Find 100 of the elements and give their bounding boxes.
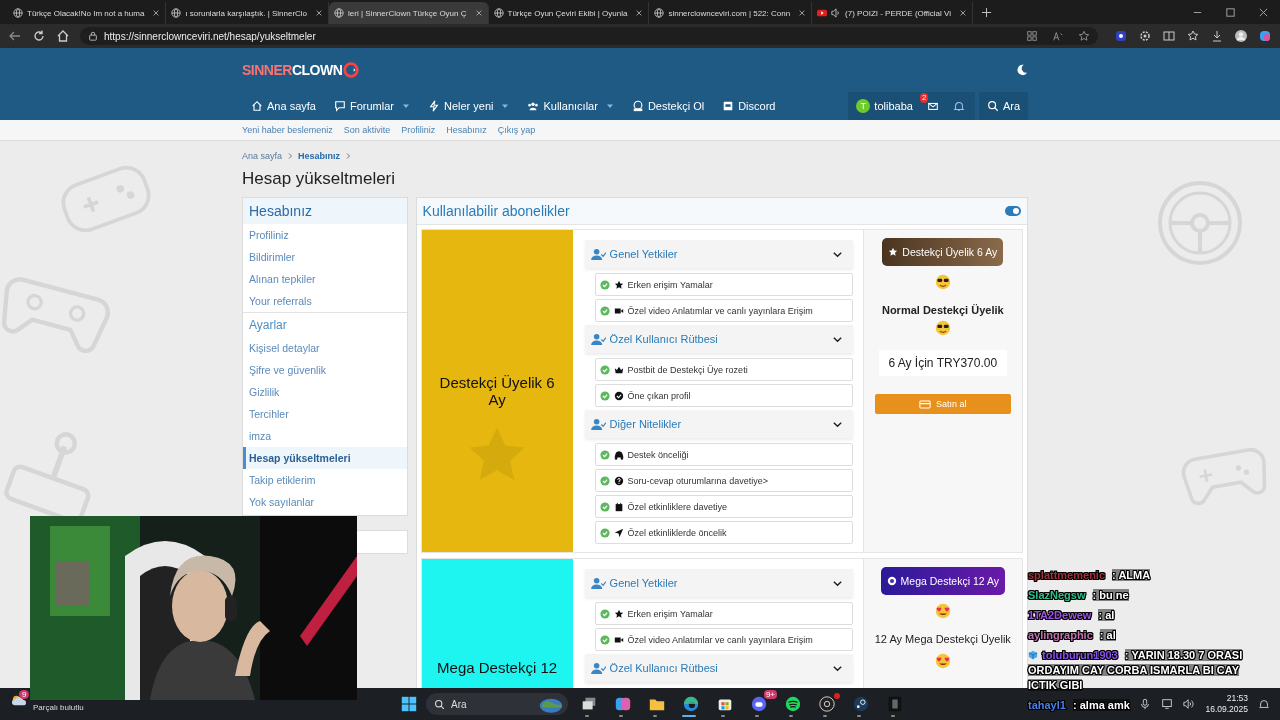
- user-menu[interactable]: T tolibaba: [856, 99, 913, 113]
- volume-icon[interactable]: [1183, 698, 1196, 710]
- close-icon[interactable]: [959, 9, 968, 17]
- check-circle-icon: [599, 279, 610, 290]
- network-icon[interactable]: [1161, 698, 1174, 710]
- weather-icon[interactable]: [10, 693, 28, 707]
- microphone-icon[interactable]: [1139, 698, 1152, 710]
- chat-message: 1TA2Dewew : al: [1028, 608, 1115, 623]
- nav-link[interactable]: Discord: [713, 92, 785, 120]
- copilot-icon[interactable]: [1258, 29, 1272, 43]
- start-icon[interactable]: [400, 695, 418, 713]
- new-tab-icon[interactable]: [981, 6, 993, 18]
- sidebar-item[interactable]: Bildirimler: [243, 246, 407, 268]
- settings-icon[interactable]: [1138, 29, 1152, 43]
- check-circle-icon: [599, 634, 610, 645]
- site-logo[interactable]: SINNERCLOWN: [242, 61, 361, 79]
- site-info-icon[interactable]: [88, 31, 98, 41]
- sidebar-item[interactable]: Takip etiklerim: [243, 469, 407, 491]
- extension-icon[interactable]: [1114, 29, 1128, 43]
- sidebar-item[interactable]: Kişisel detaylar: [243, 337, 407, 359]
- heart-eyes-face-icon: [934, 603, 951, 619]
- search-field[interactable]: Ara: [426, 693, 568, 715]
- subnav-link[interactable]: Çıkış yap: [497, 125, 536, 135]
- bell-icon[interactable]: [952, 100, 965, 112]
- feature-group-header[interactable]: Özel Kullanıcı Rütbesi: [584, 325, 853, 353]
- check-circle-icon: [599, 475, 610, 486]
- sidebar-item[interactable]: Tercihler: [243, 403, 407, 425]
- clock[interactable]: 21:53 16.09.2025: [1205, 693, 1248, 715]
- sidebar-item[interactable]: Profiliniz: [243, 224, 407, 246]
- feature-item: Destek önceliği: [627, 449, 689, 460]
- feature-group-header[interactable]: Özel Kullanıcı Rütbesi: [584, 654, 853, 682]
- feature-item: Soru-cevap oturumlarına davetiye>: [627, 475, 768, 486]
- grid-icon[interactable]: [1026, 30, 1038, 42]
- favorites-icon[interactable]: [1186, 29, 1200, 43]
- check-circle-icon: [599, 305, 610, 316]
- close-icon[interactable]: [474, 9, 483, 17]
- sidebar-item[interactable]: imza: [243, 425, 407, 447]
- close-icon[interactable]: [1258, 6, 1269, 18]
- sidebar-item[interactable]: Hesap yükseltmeleri: [243, 447, 407, 469]
- plan-price: 6 Ay İçin TRY370.00: [878, 350, 1007, 376]
- game-app-icon[interactable]: [886, 695, 904, 713]
- feature-group-header[interactable]: Genel Yetkiler: [584, 240, 853, 268]
- toggle-switch[interactable]: [1005, 206, 1021, 216]
- read-aloud-icon[interactable]: [1052, 30, 1064, 42]
- sidebar-heading: Hesabınız: [243, 198, 407, 224]
- spotify-app-icon[interactable]: [784, 695, 802, 713]
- chat-message: toluburun1903 : YARIN 18.30 7 ORASI ORDAYIM CAY CORBA ISMARLA BI CAY ICTIK GIBI: [1028, 648, 1244, 693]
- chat-message: SlazNegsw : bu ne: [1028, 588, 1129, 603]
- sidebar-item[interactable]: Yok sayılanlar: [243, 491, 407, 513]
- moon-icon[interactable]: [1016, 64, 1028, 76]
- nav-link[interactable]: Ana sayfa: [242, 92, 325, 120]
- copilot-app-icon[interactable]: [614, 695, 632, 713]
- weather-text[interactable]: Parçalı bulutlu: [33, 703, 84, 712]
- subnav-link[interactable]: Yeni haber beslemeniz: [242, 125, 333, 135]
- users-icon: [527, 100, 540, 112]
- feature-item: Erken erişim Yamalar: [627, 279, 713, 290]
- calendar-icon: [613, 501, 624, 512]
- obs-app-icon[interactable]: [818, 695, 836, 713]
- close-icon[interactable]: [798, 9, 807, 17]
- refresh-icon[interactable]: [32, 29, 46, 43]
- sidebar-item[interactable]: Your referrals: [243, 290, 407, 312]
- profile-icon[interactable]: [1234, 29, 1248, 43]
- sidebar-item[interactable]: Alınan tepkiler: [243, 268, 407, 290]
- back-icon[interactable]: [8, 29, 22, 43]
- comment-icon: [333, 100, 346, 112]
- feature-group-header[interactable]: Diğer Nitelikler: [584, 410, 853, 438]
- close-icon[interactable]: [315, 9, 324, 17]
- steam-app-icon[interactable]: [852, 695, 870, 713]
- buy-button[interactable]: Satın al: [874, 394, 1011, 414]
- chat-message: splattmemenic : ALMA: [1028, 568, 1151, 583]
- breadcrumb-link[interactable]: Ana sayfa: [242, 151, 283, 161]
- subnav-link[interactable]: Hesabınız: [446, 125, 487, 135]
- notification-icon[interactable]: [1258, 698, 1270, 710]
- discord-app-icon[interactable]: [750, 695, 768, 713]
- browser-tab[interactable]: leri | SinnerClown Türkçe Oyun Ç: [329, 2, 489, 24]
- nav-link[interactable]: Kullanıcılar: [518, 92, 623, 120]
- star-icon[interactable]: [1078, 30, 1090, 42]
- sidebar-item[interactable]: Şifre ve güvenlik: [243, 359, 407, 381]
- speaker-icon[interactable]: [831, 8, 842, 18]
- maximize-icon[interactable]: [1225, 6, 1236, 18]
- address-field[interactable]: https://sinnerclownceviri.net/hesap/yukseltmeler: [80, 27, 1098, 45]
- subnav-link[interactable]: Son aktivite: [343, 125, 391, 135]
- nav-link[interactable]: Forumlar: [324, 92, 419, 120]
- sidebar-item[interactable]: Gizlilik: [243, 381, 407, 403]
- download-icon[interactable]: [1210, 29, 1224, 43]
- edge-app-icon[interactable]: [682, 695, 700, 713]
- home-icon[interactable]: [56, 29, 70, 43]
- panel-title: Kullanılabilir abonelikler: [422, 203, 570, 219]
- split-screen-icon[interactable]: [1162, 29, 1176, 43]
- user-check-icon: [590, 247, 606, 261]
- nav-link[interactable]: Destekçi Ol: [622, 92, 714, 120]
- feature-group-header[interactable]: Genel Yetkiler: [584, 569, 853, 597]
- credit-card-icon: [919, 399, 931, 409]
- breadcrumb-link[interactable]: Hesabınız: [298, 151, 341, 161]
- close-icon[interactable]: [635, 9, 644, 17]
- close-icon[interactable]: [152, 9, 161, 17]
- inbox-icon[interactable]: [926, 100, 939, 112]
- nav-link[interactable]: Neler yeni: [418, 92, 519, 120]
- subnav-link[interactable]: Profiliniz: [401, 125, 436, 135]
- search-button[interactable]: Ara: [978, 92, 1028, 120]
